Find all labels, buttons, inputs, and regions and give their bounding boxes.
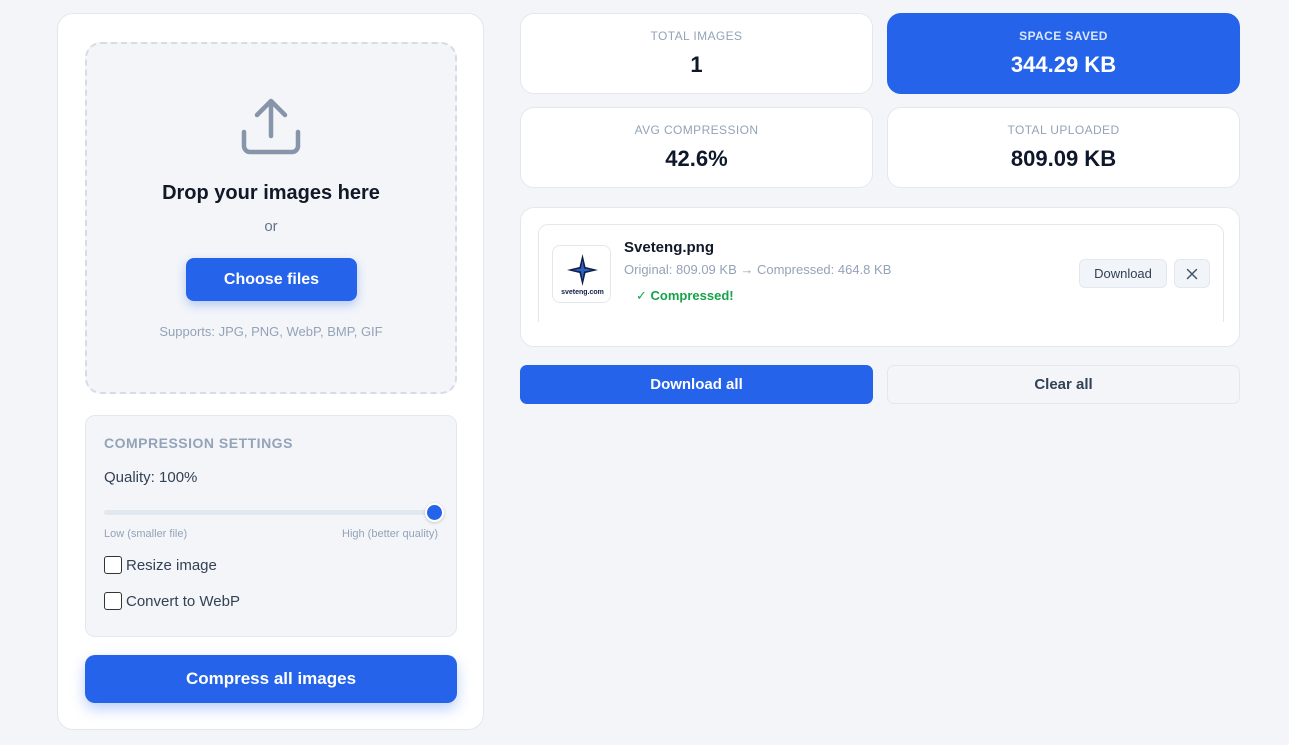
file-download-button[interactable]: Download — [1079, 259, 1167, 288]
upload-panel: Drop your images here or Choose files Su… — [57, 13, 484, 730]
file-row: sveteng.com Sveteng.png Original: 809.09… — [538, 224, 1224, 322]
settings-title: COMPRESSION SETTINGS — [104, 435, 293, 451]
file-status-badge: ✓ Compressed! — [636, 288, 734, 303]
stat-avg-compression: AVG COMPRESSION 42.6% — [520, 107, 873, 188]
slider-low-label: Low (smaller file) — [104, 528, 188, 540]
resize-image-option[interactable]: Resize image — [104, 556, 217, 574]
resize-image-checkbox[interactable] — [104, 556, 122, 574]
convert-webp-checkbox[interactable] — [104, 592, 122, 610]
svg-text:sveteng.com: sveteng.com — [561, 289, 604, 296]
slider-high-label: High (better quality) — [342, 528, 438, 540]
file-sizes: Original: 809.09 KB → Compressed: 464.8 … — [624, 262, 892, 277]
sveteng-logo: sveteng.com — [561, 254, 604, 296]
file-list: sveteng.com Sveteng.png Original: 809.09… — [520, 207, 1240, 347]
quality-slider-thumb[interactable] — [425, 503, 444, 522]
file-thumbnail: sveteng.com — [552, 245, 611, 303]
clear-all-button[interactable]: Clear all — [887, 365, 1240, 404]
dropzone-or-text: or — [264, 218, 278, 235]
stat-value: 1 — [690, 52, 703, 77]
stat-total-images: TOTAL IMAGES 1 — [520, 13, 873, 94]
stat-value: 344.29 KB — [1010, 52, 1117, 77]
dropzone-title: Drop your images here — [162, 182, 380, 204]
stat-value: 809.09 KB — [1010, 146, 1117, 171]
resize-image-label: Resize image — [126, 556, 217, 574]
upload-icon — [241, 98, 301, 155]
compress-all-button[interactable]: Compress all images — [85, 655, 457, 703]
stat-total-uploaded: TOTAL UPLOADED 809.09 KB — [887, 107, 1240, 188]
supported-formats-text: Supports: JPG, PNG, WebP, BMP, GIF — [159, 324, 383, 339]
quality-label: Quality: 100% — [104, 469, 198, 486]
file-remove-button[interactable] — [1174, 259, 1210, 288]
dropzone[interactable]: Drop your images here or Choose files Su… — [85, 42, 457, 394]
stat-label: TOTAL IMAGES — [650, 29, 743, 43]
stat-value: 42.6% — [665, 146, 728, 171]
stat-label: AVG COMPRESSION — [634, 123, 759, 137]
stat-label: TOTAL UPLOADED — [1007, 123, 1120, 137]
file-name: Sveteng.png — [624, 239, 715, 256]
stat-label: SPACE SAVED — [1019, 29, 1108, 43]
convert-webp-option[interactable]: Convert to WebP — [104, 592, 240, 610]
convert-webp-label: Convert to WebP — [126, 592, 240, 610]
stat-space-saved: SPACE SAVED 344.29 KB — [887, 13, 1240, 94]
download-all-button[interactable]: Download all — [520, 365, 873, 404]
close-icon — [1186, 268, 1198, 279]
choose-files-button[interactable]: Choose files — [186, 258, 357, 301]
quality-slider[interactable] — [104, 503, 444, 522]
compression-settings: COMPRESSION SETTINGS Quality: 100% Low (… — [85, 415, 457, 637]
